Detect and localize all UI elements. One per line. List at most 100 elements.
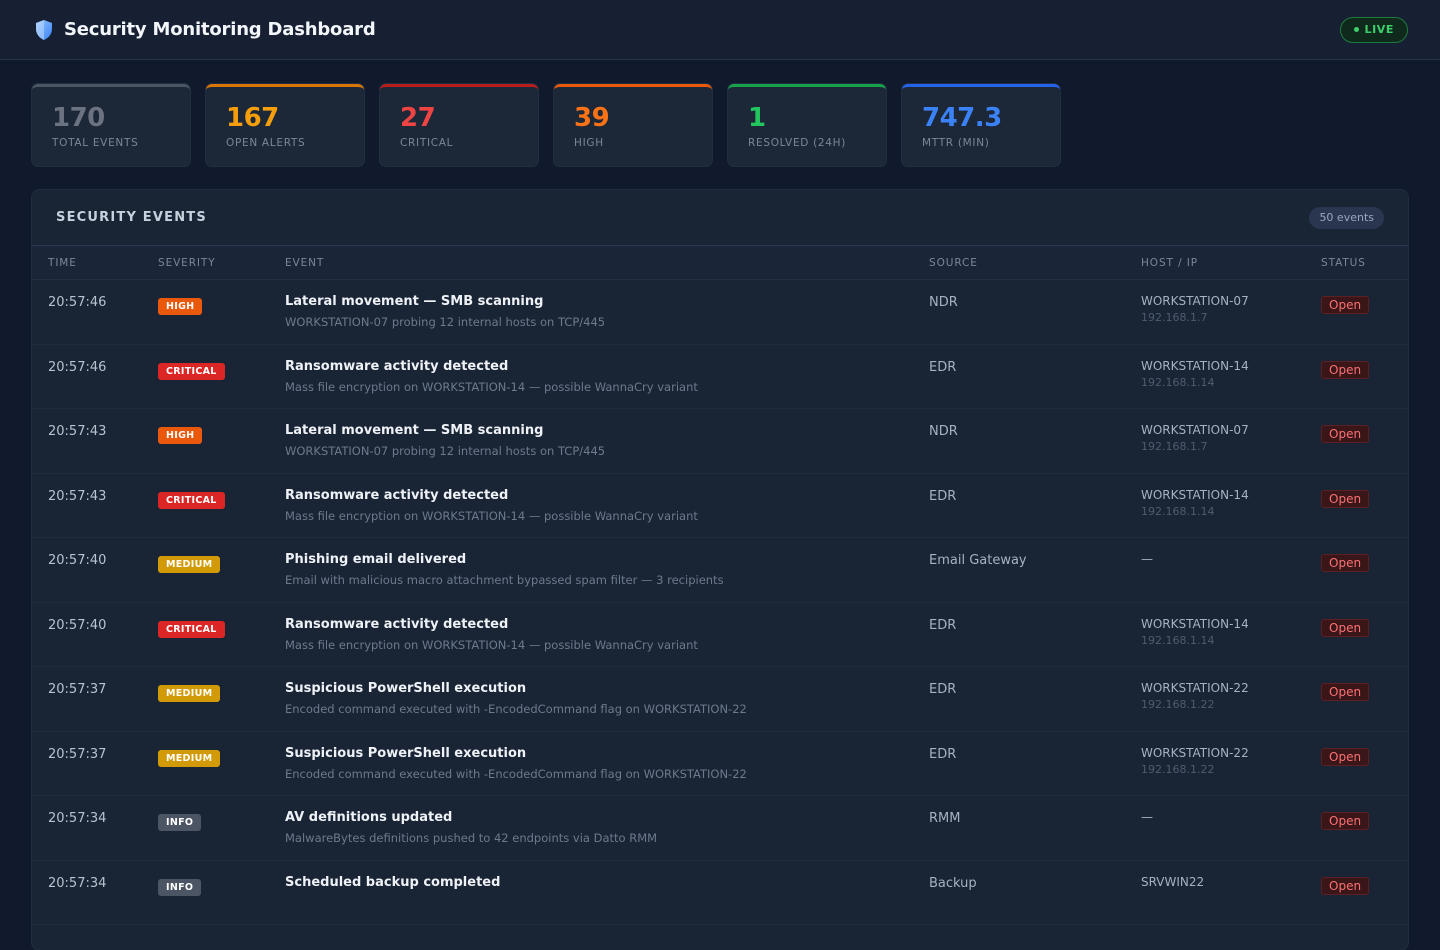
status-badge[interactable]: Open <box>1321 876 1370 895</box>
host-cell: WORKSTATION-22 192.168.1.22 <box>1141 746 1321 796</box>
status-badge[interactable]: Open <box>1321 747 1370 766</box>
table-row[interactable]: 20:57:46 CRITICAL Ransomware activity dete… <box>32 345 1408 409</box>
status-badge[interactable]: Open <box>1321 554 1370 572</box>
table-header: TIME SEVERITY EVENT SOURCE HOST / IP STA… <box>32 246 1408 280</box>
kpi-label: TOTAL EVENTS <box>52 137 139 149</box>
event-cell: Suspicious PowerShell execution Encoded c… <box>285 681 929 731</box>
panel-header: SECURITY EVENTS 50 events <box>32 190 1408 246</box>
event-count-badge: 50 events <box>1309 206 1384 229</box>
column-header-severity[interactable]: SEVERITY <box>158 257 285 269</box>
severity-cell: MEDIUM <box>158 746 285 796</box>
status-badge[interactable]: Open <box>1321 812 1370 830</box>
event-source: EDR <box>929 617 957 633</box>
status-cell: Open <box>1321 681 1401 731</box>
event-source: NDR <box>929 424 958 439</box>
event-title[interactable]: Ransomware activity detected <box>285 617 929 632</box>
event-title[interactable]: Phishing email delivered <box>285 552 929 567</box>
host-cell: — <box>1141 810 1321 860</box>
event-source: EDR <box>929 359 957 375</box>
event-cell: Ransomware activity detected Mass file en… <box>285 488 929 538</box>
event-cell: Lateral movement — SMB scanning WORKSTATI… <box>285 423 929 473</box>
event-title[interactable]: Scheduled backup completed <box>285 875 929 890</box>
event-title[interactable]: Suspicious PowerShell execution <box>285 746 929 761</box>
column-header-time[interactable]: TIME <box>32 257 158 269</box>
table-row[interactable]: 20:57:34 INFO AV definitions updated Malwar… <box>32 796 1408 861</box>
status-cell: Open <box>1321 294 1401 344</box>
event-source: Backup <box>929 875 977 891</box>
table-row[interactable]: 20:57:46 HIGH Lateral movement — SMB scann… <box>32 280 1408 345</box>
status-badge[interactable]: Open <box>1321 360 1370 379</box>
event-description: Mass file encryption on WORKSTATION-14 —… <box>285 379 698 394</box>
status-cell: Open <box>1321 810 1401 860</box>
severity-badge: HIGH <box>158 427 203 444</box>
table-row[interactable]: 20:57:43 CRITICAL Ransomware activity dete… <box>32 474 1408 538</box>
event-description: Mass file encryption on WORKSTATION-14 —… <box>285 508 698 523</box>
host-cell: WORKSTATION-14 192.168.1.14 <box>1141 488 1321 538</box>
live-dot-icon <box>1354 27 1360 32</box>
event-source: EDR <box>929 488 957 504</box>
event-source: Email Gateway <box>929 553 1027 568</box>
status-badge[interactable]: Open <box>1321 618 1370 637</box>
status-cell: Open <box>1321 552 1401 602</box>
host-cell: SRVWIN22 <box>1141 875 1321 925</box>
status-cell: Open <box>1321 488 1401 538</box>
kpi-label: OPEN ALERTS <box>226 137 306 149</box>
severity-cell: CRITICAL <box>158 488 285 538</box>
kpi-card: 167 OPEN ALERTS <box>206 84 364 166</box>
table-row[interactable]: 20:57:34 INFO Scheduled backup completed Ba… <box>32 861 1408 925</box>
event-source: NDR <box>929 295 958 310</box>
table-row[interactable]: 20:57:40 MEDIUM Phishing email delivered Em… <box>32 538 1408 603</box>
event-title[interactable]: Lateral movement — SMB scanning <box>285 294 929 309</box>
event-cell: Ransomware activity detected Mass file en… <box>285 359 929 409</box>
event-title[interactable]: Suspicious PowerShell execution <box>285 681 929 696</box>
column-header-source[interactable]: SOURCE <box>929 257 1141 269</box>
status-cell: Open <box>1321 746 1401 796</box>
status-badge[interactable]: Open <box>1321 296 1370 314</box>
status-cell: Open <box>1321 617 1401 667</box>
kpi-card: 27 CRITICAL <box>380 84 538 166</box>
severity-cell: MEDIUM <box>158 681 285 731</box>
kpi-card: 39 HIGH <box>554 84 712 166</box>
event-cell: Phishing email delivered Email with malic… <box>285 552 929 602</box>
table-row[interactable]: 20:57:37 MEDIUM Suspicious PowerShell exec… <box>32 667 1408 732</box>
event-title[interactable]: AV definitions updated <box>285 810 929 825</box>
severity-cell: CRITICAL <box>158 617 285 667</box>
host-name: WORKSTATION-22 <box>1141 745 1249 760</box>
event-time: 20:57:34 <box>48 811 107 826</box>
host-name: WORKSTATION-07 <box>1141 294 1249 308</box>
severity-badge: CRITICAL <box>158 620 225 638</box>
column-header-event[interactable]: EVENT <box>285 257 929 269</box>
status-badge[interactable]: Open <box>1321 425 1370 443</box>
event-cell: Suspicious PowerShell execution Encoded c… <box>285 746 929 796</box>
severity-cell: MEDIUM <box>158 552 285 602</box>
event-description: WORKSTATION-07 probing 12 internal hosts… <box>285 315 606 329</box>
table-row[interactable]: 20:57:37 MEDIUM Suspicious PowerShell exec… <box>32 732 1408 796</box>
live-label: LIVE <box>1364 23 1394 36</box>
event-title[interactable]: Ransomware activity detected <box>285 488 929 503</box>
table-row[interactable]: 20:57:40 CRITICAL Ransomware activity dete… <box>32 603 1408 667</box>
host-ip: 192.168.1.14 <box>1141 504 1215 518</box>
event-time: 20:57:46 <box>48 295 107 310</box>
event-description: MalwareBytes definitions pushed to 42 en… <box>285 831 658 845</box>
event-time: 20:57:43 <box>48 488 107 504</box>
event-title[interactable]: Lateral movement — SMB scanning <box>285 423 929 438</box>
status-badge[interactable]: Open <box>1321 489 1370 508</box>
kpi-card: 170 TOTAL EVENTS <box>32 84 190 166</box>
host-name: WORKSTATION-14 <box>1141 616 1249 631</box>
event-source: EDR <box>929 682 957 697</box>
status-cell: Open <box>1321 359 1401 409</box>
kpi-row: 170 TOTAL EVENTS 167 OPEN ALERTS 27 CRITICAL 3… <box>0 60 1440 166</box>
status-badge[interactable]: Open <box>1321 683 1370 701</box>
column-header-host[interactable]: HOST / IP <box>1141 257 1321 269</box>
event-time: 20:57:46 <box>48 359 107 375</box>
kpi-value: 39 <box>574 103 610 133</box>
event-title[interactable]: Ransomware activity detected <box>285 359 929 374</box>
host-name: WORKSTATION-14 <box>1141 358 1249 373</box>
column-header-status[interactable]: STATUS <box>1321 257 1401 269</box>
host-cell: WORKSTATION-22 192.168.1.22 <box>1141 681 1321 731</box>
event-time: 20:57:40 <box>48 553 107 568</box>
kpi-card: 1 RESOLVED (24H) <box>728 84 886 166</box>
event-description: Encoded command executed with -EncodedCo… <box>285 766 747 781</box>
host-name: — <box>1141 810 1153 824</box>
table-row[interactable]: 20:57:43 HIGH Lateral movement — SMB scann… <box>32 409 1408 474</box>
